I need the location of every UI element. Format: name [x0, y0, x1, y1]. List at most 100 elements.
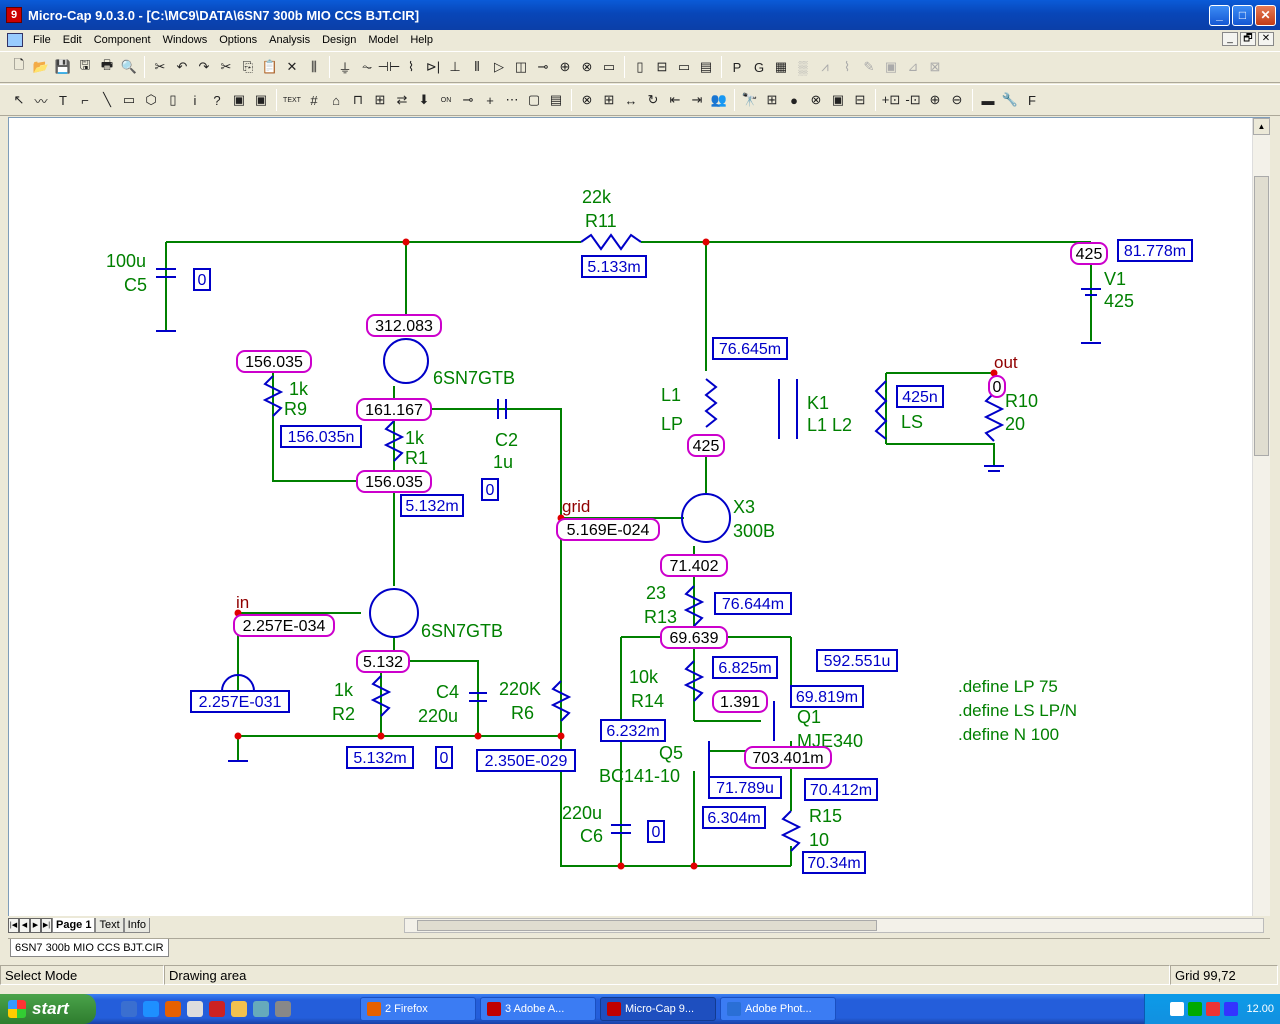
- toolbar2-tool-15-icon[interactable]: ⊓: [347, 89, 369, 111]
- next-page-icon[interactable]: ▶: [30, 918, 41, 933]
- media-tray-icon[interactable]: [1224, 1002, 1239, 1016]
- menu-analysis[interactable]: Analysis: [263, 34, 316, 46]
- toolbar1-tool-18-icon[interactable]: ⊳|: [422, 56, 444, 78]
- toolbar1-tool-23-icon[interactable]: ⊸: [532, 56, 554, 78]
- toolbar2-tool-8-icon[interactable]: i: [184, 89, 206, 111]
- toolbar2-tool-7-icon[interactable]: ▯: [162, 89, 184, 111]
- toolbar1-tool-20-icon[interactable]: ⫴: [466, 56, 488, 78]
- media-icon[interactable]: [187, 1001, 203, 1017]
- network-icon[interactable]: [1170, 1002, 1185, 1016]
- toolbar2-tool-44-icon[interactable]: F: [1021, 89, 1043, 111]
- vertical-scrollbar[interactable]: ▲: [1252, 118, 1270, 916]
- ie-icon[interactable]: [143, 1001, 159, 1017]
- toolbar1-tool-29-icon[interactable]: ▭: [673, 56, 695, 78]
- toolbar2-tool-36-icon[interactable]: ▣: [827, 89, 849, 111]
- hscroll-thumb[interactable]: [417, 920, 877, 931]
- toolbar1-tool-0-icon[interactable]: 🗋: [8, 56, 30, 78]
- toolbar1-tool-12-icon[interactable]: ✕: [281, 56, 303, 78]
- toolbar2-tool-19-icon[interactable]: ON: [435, 89, 457, 111]
- toolbar2-tool-0-icon[interactable]: ↖: [8, 89, 30, 111]
- first-page-icon[interactable]: |◀: [8, 918, 19, 933]
- prev-page-icon[interactable]: ◀: [19, 918, 30, 933]
- toolbar2-tool-13-icon[interactable]: #: [303, 89, 325, 111]
- toolbar2-tool-16-icon[interactable]: ⊞: [369, 89, 391, 111]
- toolbar1-tool-8-icon[interactable]: ↷: [193, 56, 215, 78]
- schematic[interactable]: 22kR11100uC5 V14256SN7GTB1kR91kR1C21uL1LP…: [9, 118, 1253, 916]
- toolbar2-tool-17-icon[interactable]: ⇄: [391, 89, 413, 111]
- toolbar2-tool-35-icon[interactable]: ⊗: [805, 89, 827, 111]
- scroll-thumb[interactable]: [1254, 176, 1269, 456]
- toolbar2-tool-5-icon[interactable]: ▭: [118, 89, 140, 111]
- tab-text[interactable]: Text: [95, 918, 124, 933]
- toolbar2-tool-37-icon[interactable]: ⊟: [849, 89, 871, 111]
- taskbar-task[interactable]: Adobe Phot...: [720, 997, 836, 1021]
- toolbar2-tool-12-icon[interactable]: TEXT: [281, 89, 303, 111]
- toolbar1-tool-40-icon[interactable]: ⊠: [924, 56, 946, 78]
- toolbar2-tool-32-icon[interactable]: 🔭: [739, 89, 761, 111]
- toolbar2-tool-6-icon[interactable]: ⬡: [140, 89, 162, 111]
- toolbar1-tool-22-icon[interactable]: ◫: [510, 56, 532, 78]
- toolbar2-tool-10-icon[interactable]: ▣: [228, 89, 250, 111]
- security-icon[interactable]: [1188, 1002, 1203, 1016]
- toolbar1-tool-13-icon[interactable]: ⫼: [303, 56, 325, 78]
- toolbar1-tool-24-icon[interactable]: ⊕: [554, 56, 576, 78]
- drawing-area[interactable]: 22k R11 100u C5 V1 425 6SN7GTB 1k R9 1k R1 C2 1u L1 LP…: [8, 117, 1270, 917]
- toolbar1-tool-27-icon[interactable]: ▯: [629, 56, 651, 78]
- alert-icon[interactable]: [1206, 1002, 1221, 1016]
- folder-icon[interactable]: [231, 1001, 247, 1017]
- microcap-icon[interactable]: 9: [6, 7, 22, 23]
- toolbar1-tool-10-icon[interactable]: ⎘: [237, 56, 259, 78]
- toolbar2-tool-22-icon[interactable]: ⋯: [501, 89, 523, 111]
- mdi-restore-button[interactable]: 🗗: [1240, 32, 1256, 46]
- tool-icon[interactable]: [253, 1001, 269, 1017]
- document-icon[interactable]: [7, 33, 23, 47]
- taskbar-task[interactable]: 3 Adobe A...: [480, 997, 596, 1021]
- menu-file[interactable]: File: [27, 34, 57, 46]
- menu-edit[interactable]: Edit: [57, 34, 88, 46]
- menu-options[interactable]: Options: [213, 34, 263, 46]
- toolbar1-tool-17-icon[interactable]: ⌇: [400, 56, 422, 78]
- mdi-minimize-button[interactable]: _: [1222, 32, 1238, 46]
- toolbar1-tool-9-icon[interactable]: ✂: [215, 56, 237, 78]
- toolbar1-tool-21-icon[interactable]: ▷: [488, 56, 510, 78]
- toolbar2-tool-18-icon[interactable]: ⬇: [413, 89, 435, 111]
- toolbar1-tool-26-icon[interactable]: ▭: [598, 56, 620, 78]
- toolbar1-tool-38-icon[interactable]: ▣: [880, 56, 902, 78]
- toolbar2-tool-27-icon[interactable]: ↔: [620, 89, 642, 111]
- toolbar2-tool-4-icon[interactable]: ╲: [96, 89, 118, 111]
- toolbar2-tool-26-icon[interactable]: ⊞: [598, 89, 620, 111]
- toolbar1-tool-37-icon[interactable]: ✎: [858, 56, 880, 78]
- toolbar1-tool-32-icon[interactable]: G: [748, 56, 770, 78]
- maximize-button[interactable]: □: [1232, 5, 1253, 26]
- toolbar2-tool-30-icon[interactable]: ⇥: [686, 89, 708, 111]
- toolbar2-tool-2-icon[interactable]: T: [52, 89, 74, 111]
- toolbar2-tool-24-icon[interactable]: ▤: [545, 89, 567, 111]
- toolbar2-tool-11-icon[interactable]: ▣: [250, 89, 272, 111]
- toolbar2-tool-20-icon[interactable]: ⊸: [457, 89, 479, 111]
- tab-page-1[interactable]: Page 1: [52, 918, 96, 933]
- toolbar1-tool-14-icon[interactable]: ⏚: [334, 56, 356, 78]
- mdi-close-button[interactable]: ✕: [1258, 32, 1274, 46]
- toolbar2-tool-40-icon[interactable]: ⊕: [924, 89, 946, 111]
- menu-windows[interactable]: Windows: [157, 34, 214, 46]
- toolbar1-tool-19-icon[interactable]: ⊥: [444, 56, 466, 78]
- horizontal-scrollbar[interactable]: [404, 918, 1264, 933]
- menu-component[interactable]: Component: [88, 34, 157, 46]
- start-button[interactable]: start: [0, 994, 96, 1024]
- toolbar2-tool-9-icon[interactable]: ?: [206, 89, 228, 111]
- toolbar1-tool-31-icon[interactable]: P: [726, 56, 748, 78]
- toolbar1-tool-4-icon[interactable]: 🖶: [96, 56, 118, 78]
- firefox-icon[interactable]: [165, 1001, 181, 1017]
- minimize-button[interactable]: _: [1209, 5, 1230, 26]
- tab-info[interactable]: Info: [123, 918, 151, 933]
- last-page-icon[interactable]: ▶|: [41, 918, 52, 933]
- toolbar2-tool-41-icon[interactable]: ⊖: [946, 89, 968, 111]
- toolbar1-tool-11-icon[interactable]: 📋: [259, 56, 281, 78]
- toolbar1-tool-25-icon[interactable]: ⊗: [576, 56, 598, 78]
- toolbar2-tool-28-icon[interactable]: ↻: [642, 89, 664, 111]
- toolbar2-tool-31-icon[interactable]: 👥: [708, 89, 730, 111]
- document-tab[interactable]: 6SN7 300b MIO CCS BJT.CIR: [10, 939, 169, 957]
- toolbar2-tool-43-icon[interactable]: 🔧: [999, 89, 1021, 111]
- app-icon[interactable]: [209, 1001, 225, 1017]
- toolbar1-tool-3-icon[interactable]: 🖫: [74, 56, 96, 78]
